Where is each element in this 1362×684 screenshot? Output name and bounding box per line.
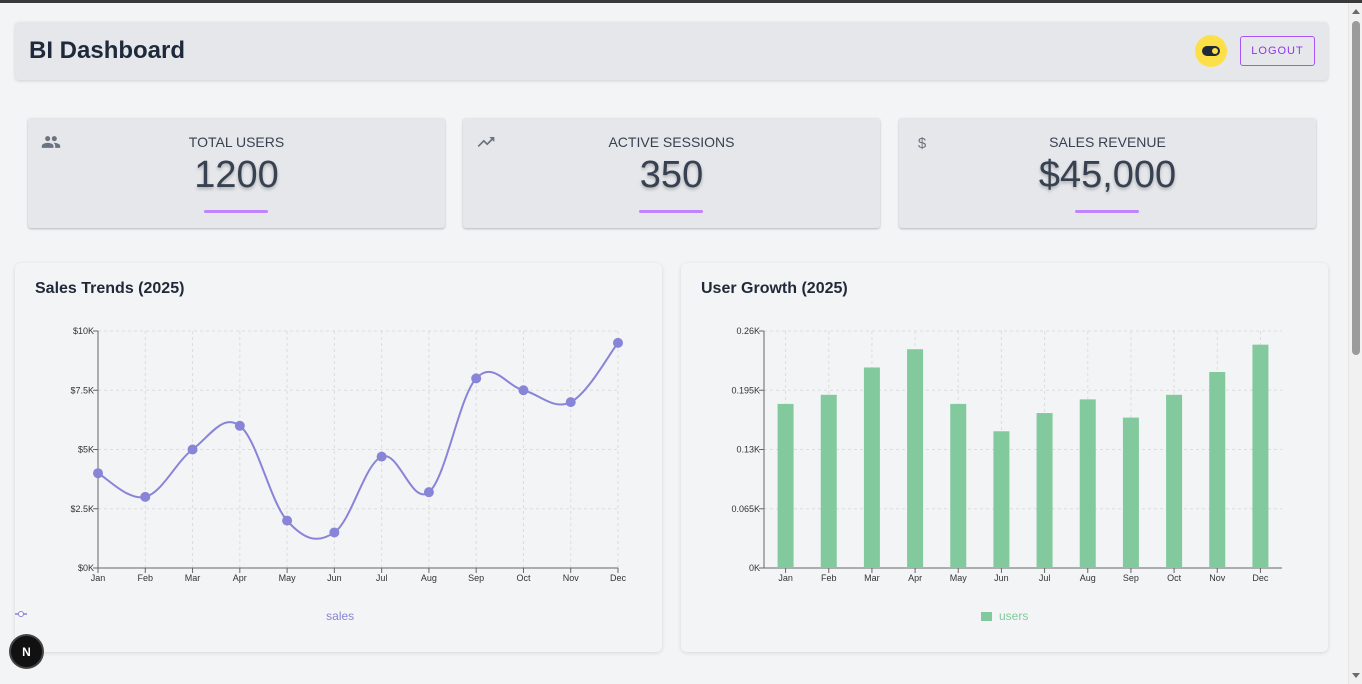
bar <box>1036 413 1053 568</box>
stat-label: SALES REVENUE <box>1049 134 1166 150</box>
x-tick-label: Mar <box>864 573 880 583</box>
chart-legend: users <box>681 609 1328 623</box>
data-point <box>93 468 103 479</box>
y-tick-label: 0.13K <box>736 445 760 455</box>
x-tick-label: Dec <box>610 573 627 583</box>
stat-card-total-users: TOTAL USERS 1200 <box>28 118 445 228</box>
x-tick-label: Oct <box>1167 573 1182 583</box>
stat-value: 1200 <box>194 154 279 196</box>
bar <box>863 367 880 568</box>
scroll-down-icon[interactable] <box>1352 673 1360 678</box>
x-tick-label: Apr <box>908 573 922 583</box>
data-point <box>234 420 245 431</box>
y-tick-label: $0K <box>78 563 94 573</box>
x-tick-label: Feb <box>138 573 154 583</box>
sales-trends-card: Sales Trends (2025) $0K $2.5K $5K $7.5K $10K… <box>15 263 662 652</box>
y-tick-label: $10K <box>73 326 94 336</box>
stat-label: TOTAL USERS <box>188 134 285 150</box>
stat-underline <box>1075 210 1139 213</box>
x-tick-label: Mar <box>185 573 201 583</box>
x-tick-label: Aug <box>421 573 437 583</box>
legend-bar-marker <box>980 612 992 622</box>
bar <box>993 431 1010 568</box>
stat-value: $45,000 <box>1038 154 1177 196</box>
user-growth-card: User Growth (2025) 0K 0.065K 0.13K 0.195K 0.… <box>681 263 1328 652</box>
x-tick-label: Apr <box>233 573 247 583</box>
theme-toggle-button[interactable] <box>1195 35 1227 67</box>
y-tick-label: 0.195K <box>731 385 760 395</box>
bar <box>1209 372 1226 568</box>
data-point <box>423 487 434 498</box>
data-point <box>376 451 387 462</box>
data-point <box>565 397 576 408</box>
x-tick-label: Dec <box>1252 573 1269 583</box>
stat-card-sales-revenue: $ SALES REVENUE $45,000 <box>899 118 1316 228</box>
y-tick-label: 0.26K <box>736 326 760 336</box>
bar <box>1166 394 1183 568</box>
bar <box>820 394 837 568</box>
data-point <box>518 385 529 396</box>
legend-label: sales <box>326 609 355 623</box>
page-title: BI Dashboard <box>29 37 186 64</box>
x-tick-label: Aug <box>1080 573 1096 583</box>
scroll-up-icon[interactable] <box>1352 9 1360 14</box>
bar <box>1079 399 1096 568</box>
x-tick-label: May <box>279 573 297 583</box>
bar <box>777 403 794 568</box>
stat-underline <box>204 210 268 213</box>
logout-button[interactable]: LOGOUT <box>1240 36 1315 66</box>
data-point <box>329 527 340 538</box>
x-tick-label: Jul <box>376 573 388 583</box>
bar <box>950 403 967 568</box>
stat-value: 350 <box>639 154 704 196</box>
bar <box>1122 417 1139 568</box>
y-tick-label: $2.5K <box>70 504 94 514</box>
stat-label: ACTIVE SESSIONS <box>608 134 735 150</box>
x-tick-label: Jul <box>1039 573 1051 583</box>
data-point <box>471 373 482 384</box>
data-point <box>187 444 198 455</box>
x-tick-label: Sep <box>1123 573 1139 583</box>
data-point <box>613 337 623 348</box>
x-tick-label: Jan <box>778 573 793 583</box>
x-tick-label: Oct <box>516 573 531 583</box>
bar <box>1252 344 1269 568</box>
x-tick-label: Jan <box>91 573 106 583</box>
y-tick-label: $5K <box>78 445 94 455</box>
x-tick-label: Jun <box>327 573 342 583</box>
dashboard-page: BI Dashboard LOGOUT TOTAL USERS 1200 ACT… <box>0 3 1348 684</box>
toggle-icon <box>1202 46 1220 56</box>
y-tick-label: 0.065K <box>731 504 760 514</box>
sales-line-chart: $0K $2.5K $5K $7.5K $10K Jan Feb Mar Apr May Jun Ju… <box>70 326 627 583</box>
y-tick-label: 0K <box>749 563 760 573</box>
scrollbar-thumb[interactable] <box>1352 21 1360 355</box>
sales-line <box>97 342 619 540</box>
legend-label: users <box>999 609 1029 623</box>
x-tick-label: Sep <box>468 573 484 583</box>
stat-card-active-sessions: ACTIVE SESSIONS 350 <box>463 118 880 228</box>
legend-line-icon <box>15 611 27 617</box>
data-point <box>282 515 293 526</box>
app-header: BI Dashboard LOGOUT <box>15 22 1328 80</box>
data-point <box>140 491 151 502</box>
vertical-scrollbar[interactable] <box>1348 3 1362 684</box>
users-bar-chart: 0K 0.065K 0.13K 0.195K 0.26K Jan Feb Mar Apr May J… <box>731 326 1282 583</box>
y-tick-label: $7.5K <box>70 385 94 395</box>
stat-underline <box>639 210 703 213</box>
x-tick-label: Nov <box>1209 573 1226 583</box>
bar <box>907 349 924 568</box>
x-tick-label: Feb <box>821 573 837 583</box>
x-tick-label: Jun <box>994 573 1009 583</box>
dev-tools-badge[interactable]: N <box>11 636 42 667</box>
x-tick-label: Nov <box>563 573 580 583</box>
x-tick-label: May <box>950 573 968 583</box>
chart-legend: sales <box>15 609 662 623</box>
